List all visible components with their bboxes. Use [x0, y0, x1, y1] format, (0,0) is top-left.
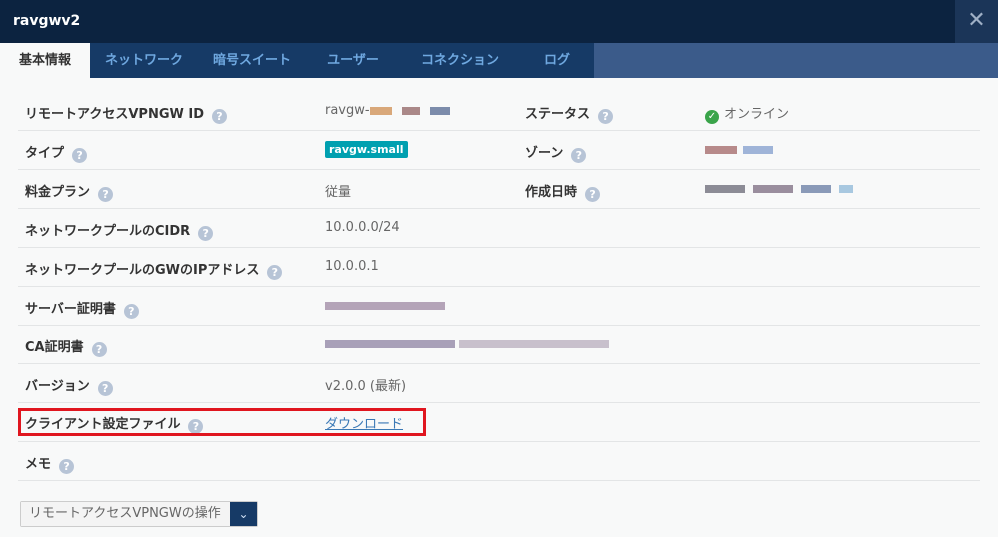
tab-bar: 基本情報 ネットワーク 暗号スイート ユーザー コネクション ログ — [0, 43, 998, 78]
help-icon[interactable]: ? — [585, 187, 601, 202]
tab-connections[interactable]: コネクション — [400, 43, 520, 78]
highlight-box — [18, 408, 426, 436]
created-value-redacted — [705, 181, 853, 196]
help-icon[interactable]: ? — [98, 187, 114, 202]
field-label: ステータス? — [525, 103, 614, 124]
row-plan: 料金プラン? 従量 作成日時? — [18, 170, 980, 209]
type-badge: ravgw.small — [325, 141, 408, 158]
server-cert-redacted — [325, 298, 445, 313]
chevron-down-icon[interactable]: ⌄ — [230, 502, 257, 526]
zone-value-redacted — [705, 142, 773, 157]
row-cidr: ネットワークプールのCIDR? 10.0.0.0/24 — [18, 209, 980, 248]
actions-label[interactable]: リモートアクセスVPNGWの操作 — [21, 502, 230, 526]
row-version: バージョン? v2.0.0 (最新) — [18, 364, 980, 403]
row-server-cert: サーバー証明書? — [18, 287, 980, 326]
actions-dropdown[interactable]: リモートアクセスVPNGWの操作 ⌄ — [20, 501, 258, 527]
help-icon[interactable]: ? — [571, 148, 587, 163]
help-icon[interactable]: ? — [97, 381, 113, 396]
window-title: ravgwv2 — [13, 13, 81, 29]
gw-value: 10.0.0.1 — [325, 259, 379, 274]
help-icon[interactable]: ? — [91, 342, 107, 357]
row-gw: ネットワークプールのGWのIPアドレス? 10.0.0.1 — [18, 248, 980, 287]
row-type: タイプ? ravgw.small ゾーン? — [18, 131, 980, 170]
help-icon[interactable]: ? — [267, 265, 283, 280]
field-label: リモートアクセスVPNGW ID? — [25, 103, 227, 124]
tab-basic-info[interactable]: 基本情報 — [0, 43, 90, 78]
help-icon[interactable]: ? — [59, 459, 75, 474]
help-icon[interactable]: ? — [211, 109, 227, 124]
help-icon[interactable]: ? — [598, 109, 614, 124]
tab-network[interactable]: ネットワーク — [90, 43, 198, 78]
tab-logs[interactable]: ログ — [520, 43, 594, 78]
tab-cipher-suite[interactable]: 暗号スイート — [198, 43, 306, 78]
window-header: ravgwv2 ✕ — [0, 0, 998, 43]
tab-users[interactable]: ユーザー — [306, 43, 400, 78]
close-icon[interactable]: ✕ — [955, 0, 998, 43]
plan-value: 従量 — [325, 185, 352, 200]
row-id: リモートアクセスVPNGW ID? ravgw- ステータス? ✓ オンライン — [18, 92, 980, 131]
version-value: v2.0.0 (最新) — [325, 379, 407, 394]
help-icon[interactable]: ? — [123, 304, 139, 319]
id-value: ravgw- — [325, 103, 450, 118]
status-value: ✓ オンライン — [705, 103, 789, 124]
cidr-value: 10.0.0.0/24 — [325, 220, 400, 235]
ca-cert-redacted — [325, 336, 609, 351]
row-memo: メモ? — [18, 442, 980, 481]
row-ca-cert: CA証明書? — [18, 325, 980, 364]
help-icon[interactable]: ? — [72, 148, 88, 163]
check-circle-icon: ✓ — [705, 110, 719, 124]
help-icon[interactable]: ? — [198, 226, 214, 241]
